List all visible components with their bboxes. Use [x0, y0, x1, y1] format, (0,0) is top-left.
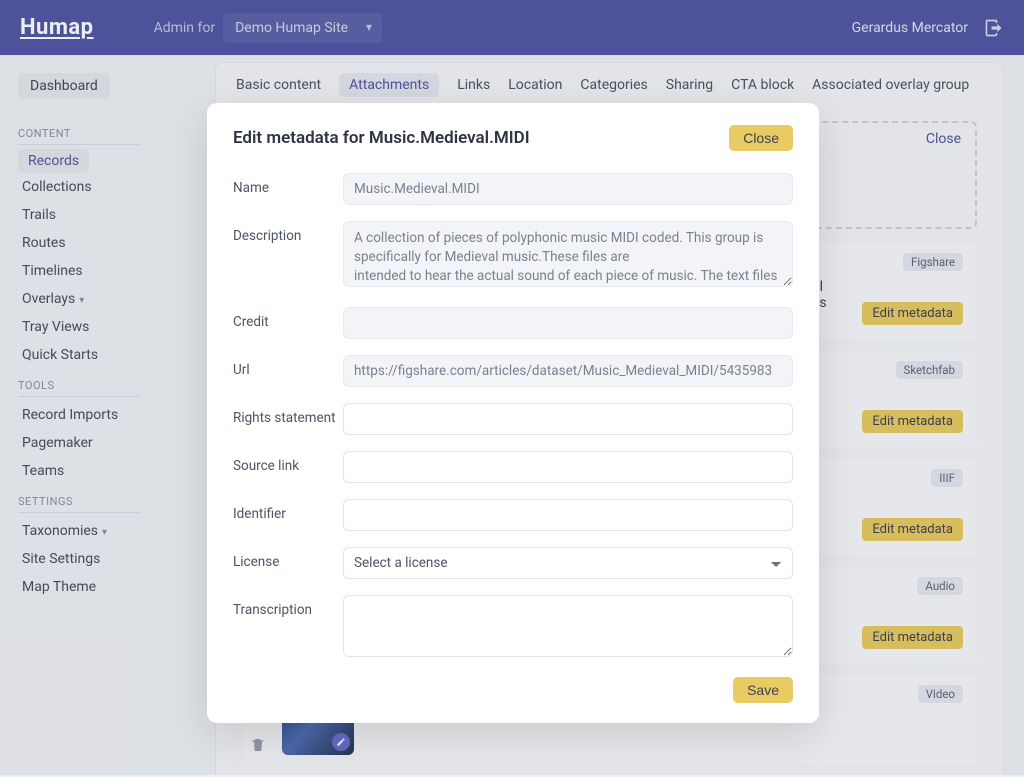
label-name: Name [233, 173, 343, 196]
label-rights: Rights statement [233, 403, 343, 426]
identifier-field[interactable] [343, 499, 793, 531]
rights-field[interactable] [343, 403, 793, 435]
modal-close-button[interactable]: Close [729, 125, 793, 151]
label-credit: Credit [233, 307, 343, 330]
license-select[interactable]: Select a license [343, 547, 793, 579]
label-description: Description [233, 221, 343, 244]
source-field[interactable] [343, 451, 793, 483]
label-source: Source link [233, 451, 343, 474]
transcription-field[interactable] [343, 595, 793, 657]
name-field [343, 173, 793, 205]
label-url: Url [233, 355, 343, 378]
description-field [343, 221, 793, 287]
label-transcription: Transcription [233, 595, 343, 618]
url-field [343, 355, 793, 387]
credit-field [343, 307, 793, 339]
label-identifier: Identifier [233, 499, 343, 522]
modal-title: Edit metadata for Music.Medieval.MIDI [233, 128, 530, 148]
label-license: License [233, 547, 343, 570]
edit-metadata-modal: Edit metadata for Music.Medieval.MIDI Cl… [207, 103, 819, 723]
save-button[interactable]: Save [733, 677, 793, 703]
